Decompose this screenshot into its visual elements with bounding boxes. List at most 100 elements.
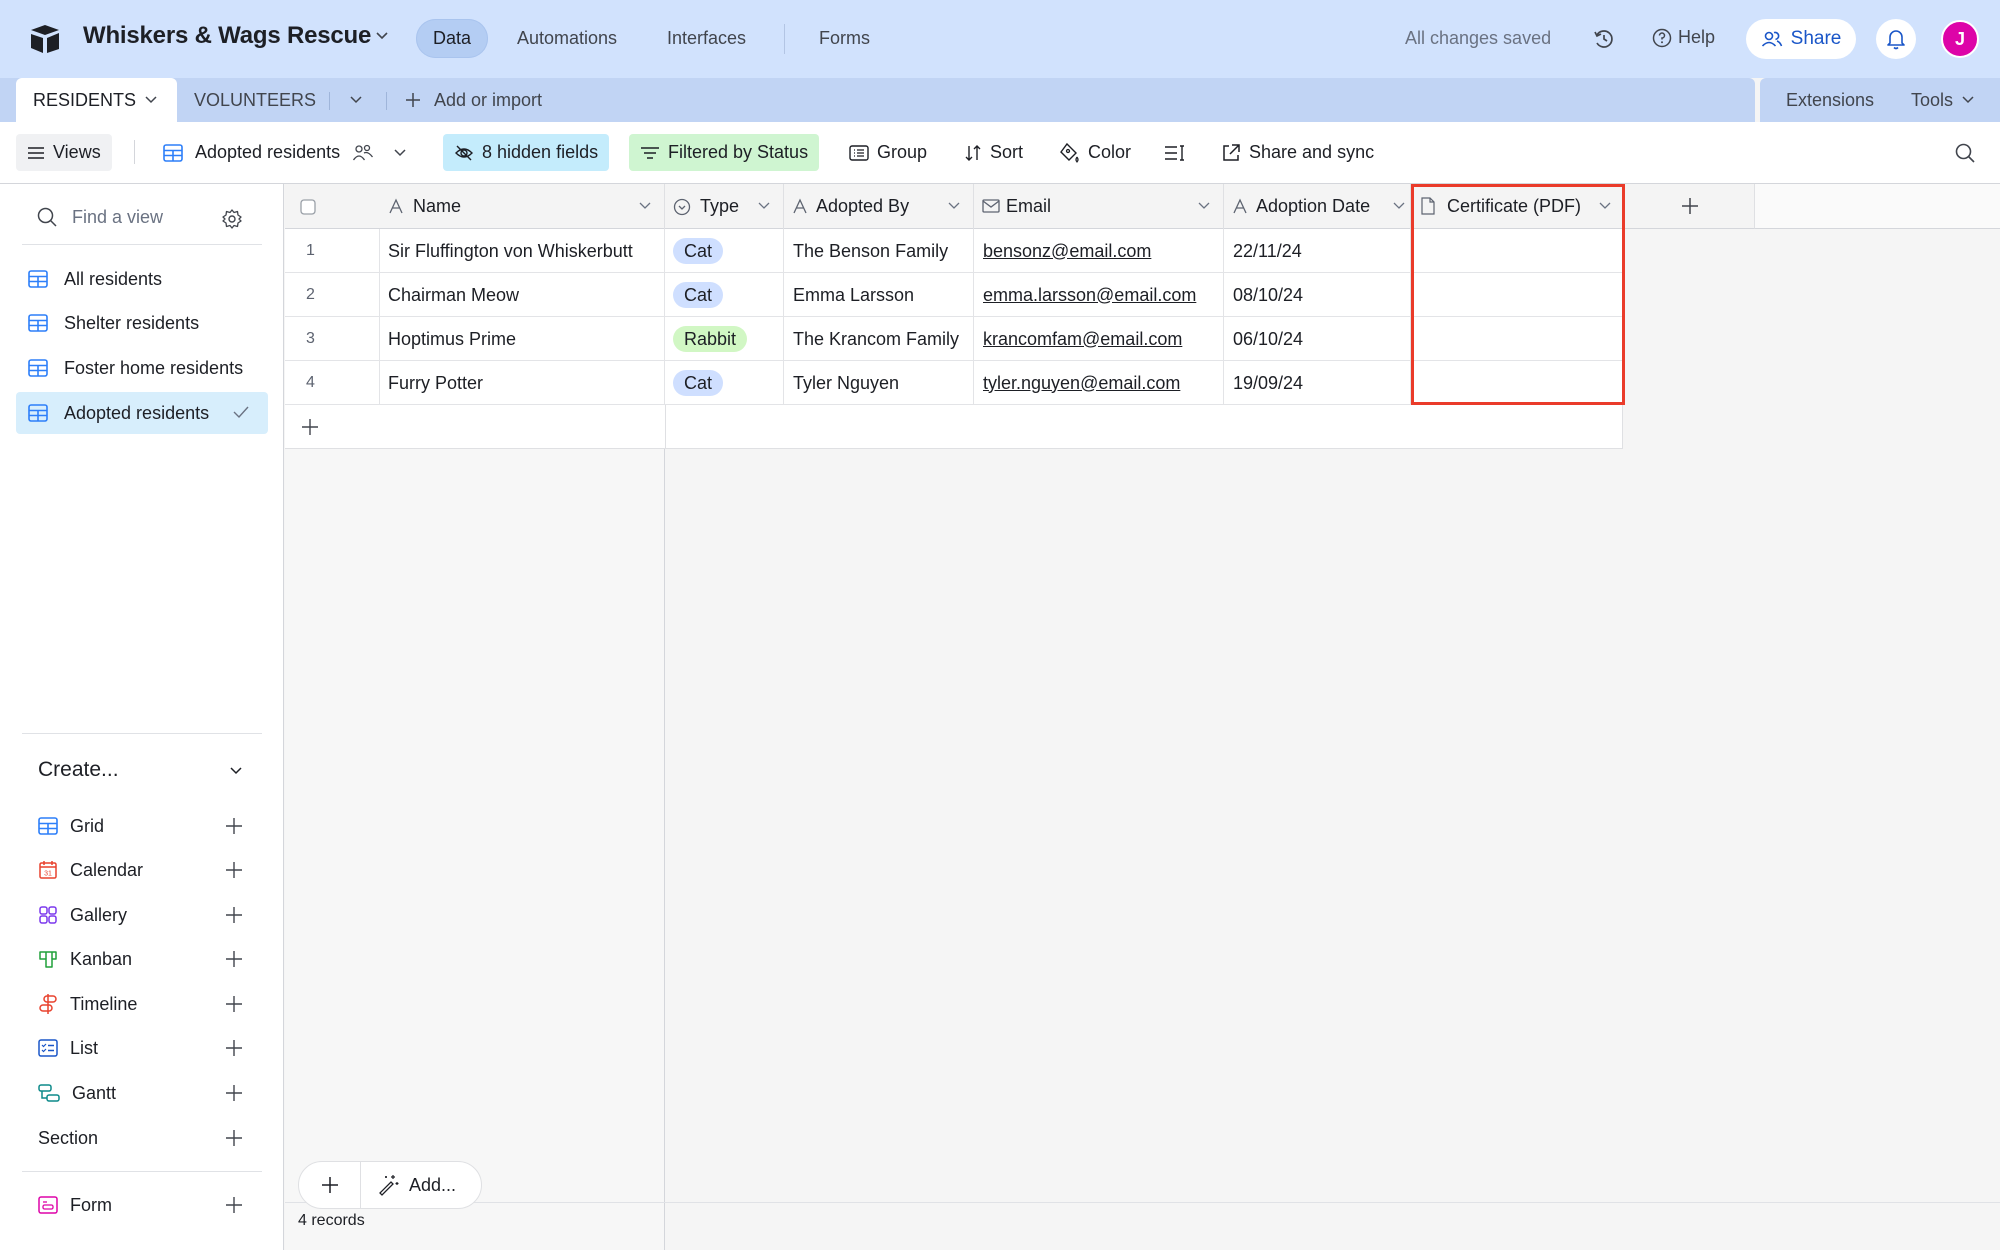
add-record-row[interactable] (285, 405, 1623, 449)
create-gantt-view[interactable]: Gantt (38, 1078, 248, 1108)
cell-email[interactable]: tyler.nguyen@email.com (974, 361, 1224, 405)
table-row[interactable]: 4 Furry Potter Cat Tyler Nguyen tyler.ng… (285, 361, 1623, 405)
add-with-ai-button[interactable]: Add... (361, 1174, 481, 1196)
nav-interfaces[interactable]: Interfaces (650, 19, 763, 58)
chevron-down-icon[interactable] (757, 201, 771, 211)
cell-adoption-date[interactable]: 22/11/24 (1224, 229, 1411, 273)
column-header-adoption-date[interactable]: Adoption Date (1224, 184, 1411, 229)
cell-certificate[interactable] (1411, 273, 1623, 317)
create-gallery-view[interactable]: Gallery (38, 900, 248, 930)
all-tables-chevron-icon[interactable] (349, 78, 363, 122)
color-button[interactable]: Color (1047, 134, 1142, 171)
add-or-import-button[interactable]: Add or import (404, 78, 542, 122)
sidebar-view-shelter-residents[interactable]: Shelter residents (16, 302, 268, 344)
plus-icon[interactable] (224, 1128, 244, 1148)
create-calendar-view[interactable]: 31 Calendar (38, 855, 248, 885)
cell-type[interactable]: Cat (665, 273, 784, 317)
search-icon[interactable] (1954, 142, 1976, 164)
cell-adoption-date[interactable]: 08/10/24 (1224, 273, 1411, 317)
sidebar-view-foster-home-residents[interactable]: Foster home residents (16, 347, 268, 389)
filter-button[interactable]: Filtered by Status (629, 134, 820, 171)
email-link[interactable]: emma.larsson@email.com (983, 285, 1196, 306)
email-link[interactable]: bensonz@email.com (983, 241, 1151, 262)
email-link[interactable]: krancomfam@email.com (983, 329, 1182, 350)
add-record-button[interactable] (299, 1162, 361, 1208)
cell-name[interactable]: Sir Fluffington von Whiskerbutt (380, 229, 665, 273)
history-icon[interactable] (1592, 27, 1616, 51)
cell-name[interactable]: Chairman Meow (380, 273, 665, 317)
help-button[interactable]: Help (1652, 27, 1715, 48)
share-and-sync-button[interactable]: Share and sync (1210, 134, 1385, 171)
tools-button[interactable]: Tools (1911, 78, 1975, 122)
nav-data[interactable]: Data (416, 19, 489, 58)
hidden-fields-button[interactable]: 8 hidden fields (443, 134, 610, 171)
airtable-logo-icon[interactable] (28, 24, 62, 54)
sidebar-view-all-residents[interactable]: All residents (16, 258, 268, 300)
table-row[interactable]: 2 Chairman Meow Cat Emma Larsson emma.la… (285, 273, 1623, 317)
create-list-view[interactable]: List (38, 1033, 248, 1063)
tab-residents[interactable]: RESIDENTS (16, 78, 177, 122)
views-button[interactable]: Views (16, 134, 112, 171)
create-grid-view[interactable]: Grid (38, 811, 248, 841)
chevron-down-icon[interactable] (1598, 201, 1612, 211)
cell-adopted-by[interactable]: The Krancom Family (784, 317, 974, 361)
plus-icon[interactable] (224, 949, 244, 969)
table-row[interactable]: 1 Sir Fluffington von Whiskerbutt Cat Th… (285, 229, 1623, 273)
cell-certificate[interactable] (1411, 229, 1623, 273)
column-header-adopted-by[interactable]: Adopted By (784, 184, 974, 229)
sort-button[interactable]: Sort (953, 134, 1034, 171)
create-heading[interactable]: Create... (38, 758, 119, 782)
plus-icon[interactable] (224, 1038, 244, 1058)
chevron-down-icon[interactable] (1392, 201, 1406, 211)
column-header-type[interactable]: Type (665, 184, 784, 229)
notifications-button[interactable] (1876, 19, 1916, 59)
cell-type[interactable]: Rabbit (665, 317, 784, 361)
cell-adopted-by[interactable]: Emma Larsson (784, 273, 974, 317)
plus-icon[interactable] (224, 816, 244, 836)
column-header-email[interactable]: Email (974, 184, 1224, 229)
group-button[interactable]: Group (838, 134, 938, 171)
base-name[interactable]: Whiskers & Wags Rescue (83, 22, 371, 50)
share-button[interactable]: Share (1746, 19, 1856, 59)
chevron-down-icon[interactable] (1197, 201, 1211, 211)
base-menu-chevron-icon[interactable] (374, 30, 390, 42)
sidebar-view-adopted-residents[interactable]: Adopted residents (16, 392, 268, 434)
extensions-button[interactable]: Extensions (1786, 78, 1874, 122)
chevron-down-icon[interactable] (947, 201, 961, 211)
column-header-certificate[interactable]: Certificate (PDF) (1411, 184, 1625, 229)
cell-adoption-date[interactable]: 19/09/24 (1224, 361, 1411, 405)
cell-name[interactable]: Hoptimus Prime (380, 317, 665, 361)
plus-icon[interactable] (301, 418, 319, 436)
cell-name[interactable]: Furry Potter (380, 361, 665, 405)
email-link[interactable]: tyler.nguyen@email.com (983, 373, 1180, 394)
cell-type[interactable]: Cat (665, 229, 784, 273)
column-header-name[interactable]: Name (285, 184, 665, 229)
cell-type[interactable]: Cat (665, 361, 784, 405)
plus-icon[interactable] (224, 994, 244, 1014)
nav-automations[interactable]: Automations (500, 19, 634, 58)
nav-forms[interactable]: Forms (802, 19, 887, 58)
cell-email[interactable]: bensonz@email.com (974, 229, 1224, 273)
cell-adopted-by[interactable]: The Benson Family (784, 229, 974, 273)
cell-adoption-date[interactable]: 06/10/24 (1224, 317, 1411, 361)
cell-email[interactable]: emma.larsson@email.com (974, 273, 1224, 317)
create-kanban-view[interactable]: Kanban (38, 944, 248, 974)
gear-icon[interactable] (221, 208, 243, 230)
plus-icon[interactable] (224, 905, 244, 925)
user-avatar[interactable]: J (1941, 20, 1979, 58)
create-timeline-view[interactable]: Timeline (38, 989, 248, 1019)
create-section[interactable]: Section (38, 1123, 248, 1153)
tab-volunteers[interactable]: VOLUNTEERS (194, 78, 316, 122)
chevron-down-icon[interactable] (638, 201, 652, 211)
cell-adopted-by[interactable]: Tyler Nguyen (784, 361, 974, 405)
select-all-checkbox[interactable] (300, 199, 316, 215)
plus-icon[interactable] (224, 860, 244, 880)
add-field-button[interactable] (1625, 184, 1755, 229)
table-row[interactable]: 3 Hoptimus Prime Rabbit The Krancom Fami… (285, 317, 1623, 361)
cell-certificate[interactable] (1411, 361, 1623, 405)
plus-icon[interactable] (224, 1083, 244, 1103)
plus-icon[interactable] (224, 1195, 244, 1215)
current-view-switcher[interactable]: Adopted residents (152, 134, 419, 171)
create-collapse-chevron-icon[interactable] (228, 766, 244, 776)
cell-certificate[interactable] (1411, 317, 1623, 361)
